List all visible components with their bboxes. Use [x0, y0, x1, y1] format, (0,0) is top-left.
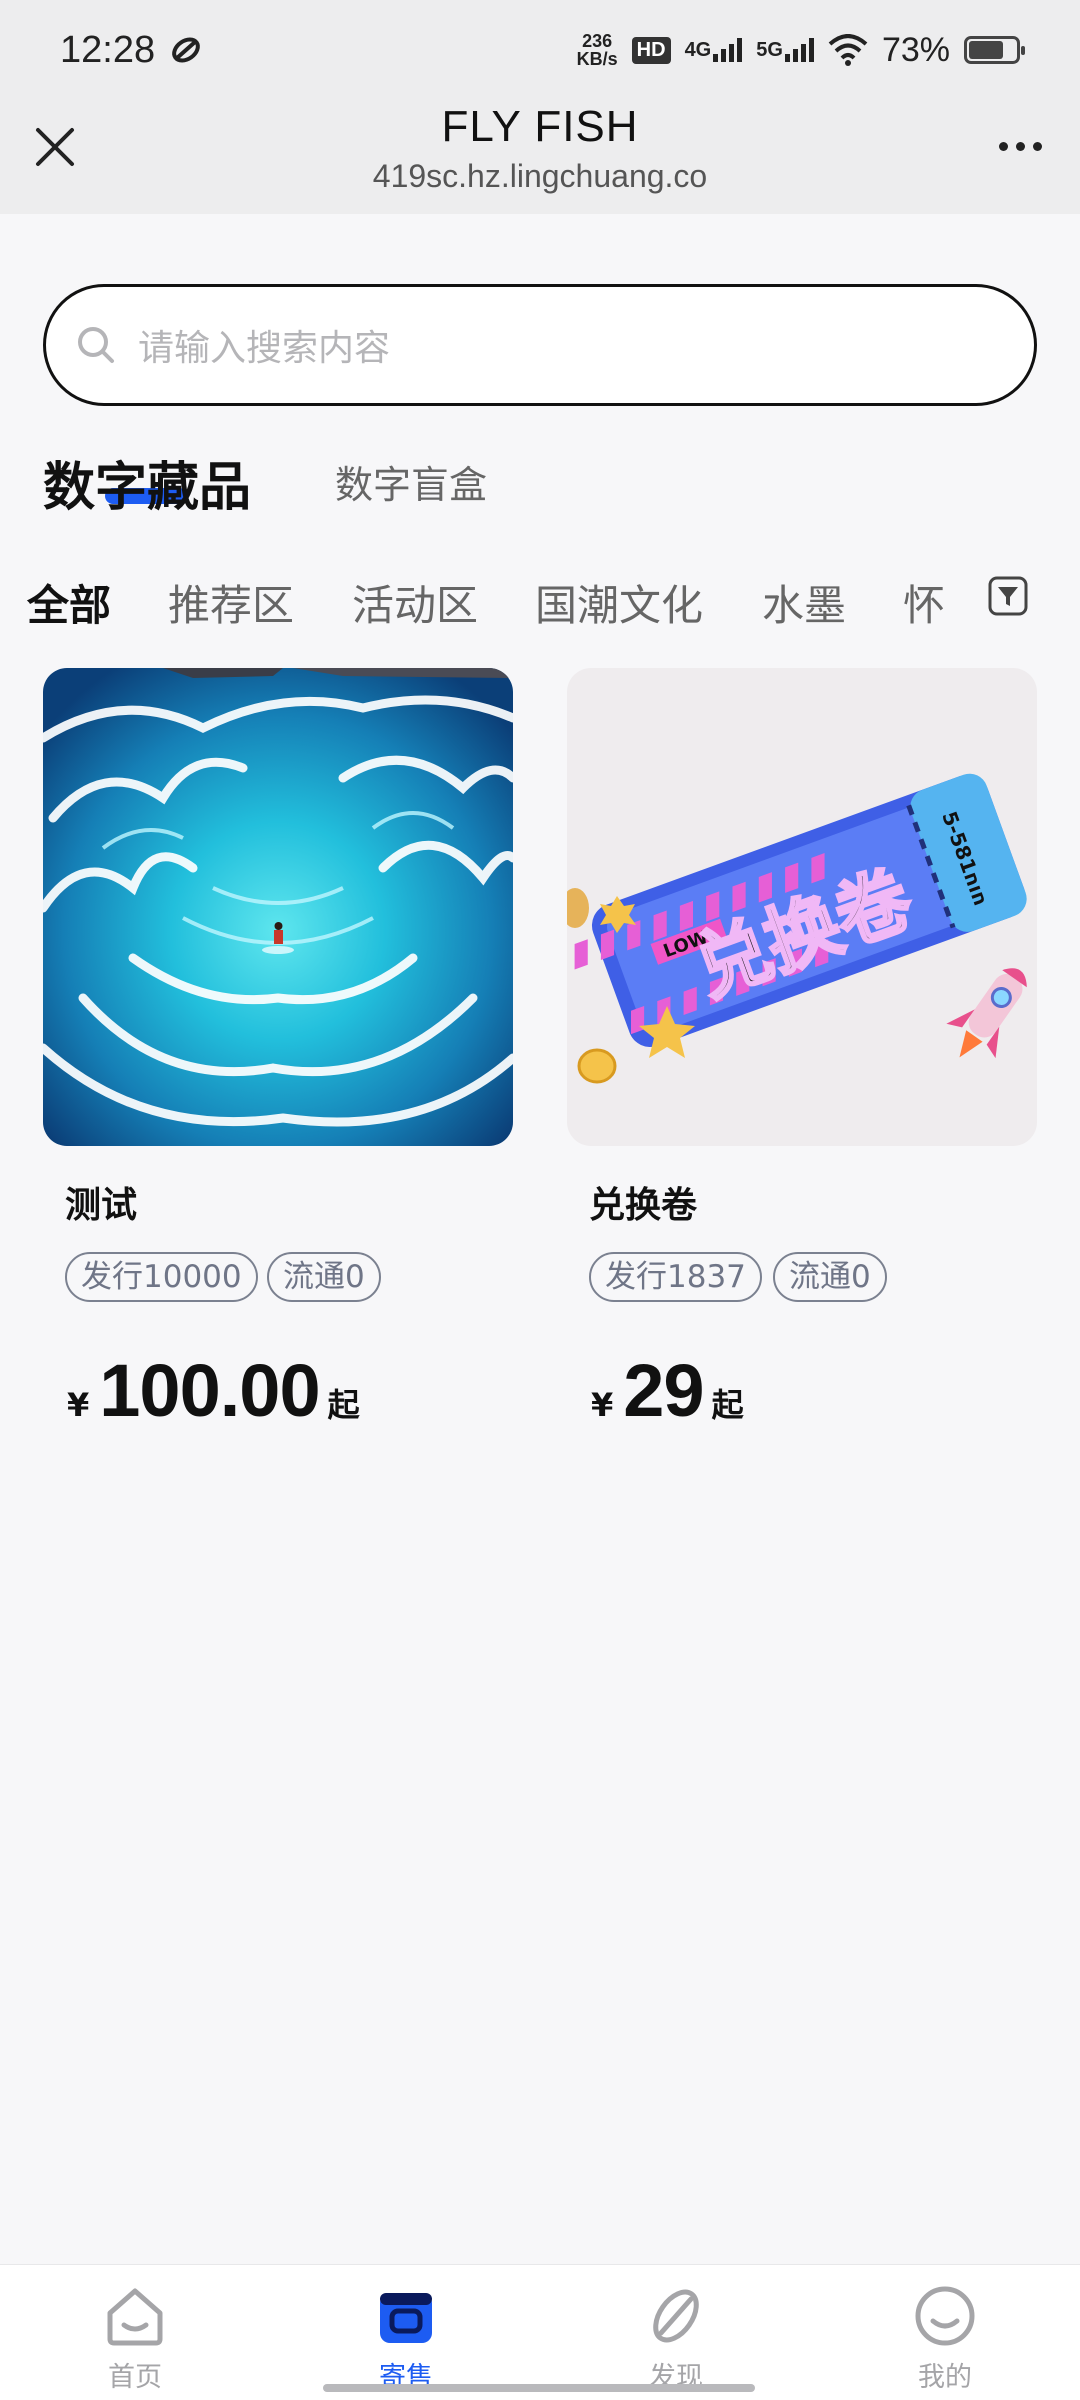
battery-fill: [969, 41, 1003, 59]
status-time: 12:28: [60, 28, 156, 71]
tab-digital-blind-box[interactable]: 数字盲盒: [335, 454, 487, 509]
category-events[interactable]: 活动区: [352, 572, 478, 633]
more-options-icon[interactable]: [988, 126, 1052, 166]
product-name: 测试: [65, 1185, 138, 1226]
exchange-ticket-illustration: LOW 兑换卷 5-581חוח: [567, 773, 1027, 1084]
category-tabs: 全部 推荐区 活动区 国潮文化 水墨 怀: [0, 572, 1080, 634]
price-suffix: 起: [711, 1386, 744, 1424]
issue-tag: 发行1837: [589, 1252, 762, 1302]
product-image-ticket[interactable]: LOW 兑换卷 5-581חוח: [567, 668, 1037, 1146]
tab-digital-collectibles[interactable]: 数字藏品: [43, 445, 251, 520]
hd-badge: HD: [631, 36, 671, 64]
net-speed-value: 236: [582, 31, 613, 51]
category-nostalgia[interactable]: 怀: [903, 572, 945, 633]
circulation-tag: 流通0: [267, 1252, 381, 1302]
price-suffix: 起: [327, 1386, 360, 1424]
status-bar: 12:28 236 KB/s HD 4G 5G 73%: [0, 0, 1080, 100]
product-price: ¥ 29 起: [591, 1348, 744, 1433]
price-value: 29: [623, 1349, 704, 1432]
currency-symbol: ¥: [591, 1386, 614, 1424]
consign-icon: [380, 2293, 432, 2343]
category-all[interactable]: 全部: [27, 572, 111, 633]
page-title: FLY FISH: [441, 102, 639, 151]
signal-4g-label: 4G: [684, 39, 712, 61]
category-guochao[interactable]: 国潮文化: [535, 572, 703, 633]
nav-label: 我的: [918, 2362, 972, 2393]
page-url: 419sc.hz.lingchuang.co: [372, 158, 708, 194]
product-image-ocean[interactable]: [43, 668, 513, 1146]
signal-bars-icon: [784, 38, 814, 62]
signal-5g-label: 5G: [756, 39, 783, 61]
nav-item-profile[interactable]: 我的: [875, 2283, 1015, 2394]
net-speed: 236 KB/s: [577, 32, 618, 68]
circulation-tag: 流通0: [773, 1252, 887, 1302]
category-ink[interactable]: 水墨: [762, 572, 846, 633]
net-speed-unit: KB/s: [576, 49, 618, 69]
signal-5g: 5G: [756, 38, 814, 62]
product-card[interactable]: LOW 兑换卷 5-581חוח 兑换卷 发行1837 流通0 ¥ 29 起: [567, 668, 1037, 1432]
category-recommended[interactable]: 推荐区: [168, 572, 294, 633]
nav-item-consign[interactable]: 寄售: [336, 2283, 476, 2394]
home-indicator[interactable]: [323, 2384, 755, 2392]
search-input[interactable]: 请输入搜索内容: [43, 284, 1037, 406]
product-name: 兑换卷: [589, 1185, 698, 1226]
filter-icon[interactable]: [988, 576, 1028, 616]
search-placeholder: 请输入搜索内容: [138, 328, 391, 369]
app-bar: FLY FISH 419sc.hz.lingchuang.co: [0, 100, 1080, 214]
ocean-waves-illustration: [43, 668, 513, 1146]
currency-symbol: ¥: [67, 1386, 90, 1424]
wifi-icon: [828, 34, 868, 66]
nav-item-discover[interactable]: 发现: [606, 2283, 746, 2394]
nav-item-home[interactable]: 首页: [65, 2283, 205, 2394]
status-right: 236 KB/s HD 4G 5G 73%: [577, 30, 1025, 70]
home-icon: [107, 2288, 163, 2346]
issue-tag: 发行10000: [65, 1252, 258, 1302]
battery-percent: 73%: [881, 30, 950, 69]
status-left: 12:28: [60, 29, 203, 72]
search-icon: [78, 327, 114, 363]
signal-4g: 4G: [685, 38, 743, 62]
price-value: 100.00: [99, 1349, 320, 1432]
product-card[interactable]: 测试 发行10000 流通0 ¥ 100.00 起: [43, 668, 513, 1432]
product-price: ¥ 100.00 起: [67, 1348, 360, 1433]
bottom-nav: 首页 寄售 发现 我的: [0, 2264, 1080, 2400]
nav-label: 首页: [108, 2362, 162, 2393]
app-notification-icon: [172, 37, 200, 63]
discover-icon: [653, 2289, 699, 2343]
battery-icon: [964, 36, 1025, 64]
signal-bars-icon: [713, 38, 743, 62]
profile-icon: [915, 2286, 975, 2346]
